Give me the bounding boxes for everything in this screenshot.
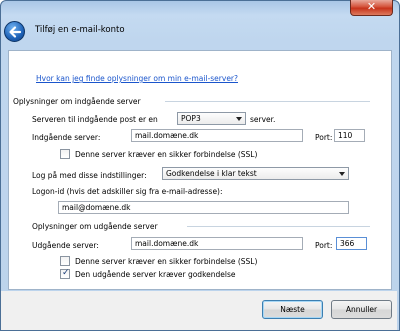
incoming-server-input[interactable]: mail.domæne.dk: [131, 129, 303, 142]
help-link[interactable]: Hvor kan jeg finde oplysninger om min e-…: [36, 74, 238, 83]
outgoing-section-title: Oplysninger om udgående server: [32, 222, 158, 231]
incoming-section-divider: [165, 101, 370, 102]
outgoing-ssl-checkbox[interactable]: [60, 256, 70, 266]
incoming-section-title: Oplysninger om indgående server: [13, 97, 141, 106]
logon-method-value: Godkendelse i klar tekst: [166, 169, 257, 178]
incoming-type-select[interactable]: POP3: [177, 112, 246, 125]
incoming-ssl-label: Denne server kræver en sikker forbindels…: [75, 150, 258, 159]
outgoing-ssl-label: Denne server kræver en sikker forbindels…: [75, 257, 258, 266]
incoming-server-label: Indgående server:: [32, 133, 101, 142]
outgoing-server-label: Udgående server:: [32, 241, 99, 250]
incoming-type-prefix: Serveren til indgående post er en: [32, 115, 158, 124]
outgoing-server-input[interactable]: mail.domæne.dk: [131, 237, 303, 250]
close-button[interactable]: ✕: [350, 0, 393, 16]
outgoing-section-divider: [187, 226, 370, 227]
incoming-port-label: Port:: [315, 133, 333, 142]
logon-method-select[interactable]: Godkendelse i klar tekst: [162, 167, 349, 180]
outgoing-port-input[interactable]: 366: [336, 237, 367, 250]
cancel-button[interactable]: Annuller: [331, 300, 392, 319]
incoming-type-value: POP3: [181, 114, 201, 123]
logon-id-input[interactable]: mail@domæne.dk: [58, 201, 349, 214]
outgoing-port-label: Port:: [315, 241, 333, 250]
incoming-type-suffix: server.: [250, 115, 276, 124]
incoming-port-input[interactable]: 110: [334, 129, 365, 142]
chevron-down-icon: [236, 117, 242, 121]
outgoing-auth-label: Den udgående server kræver godkendelse: [75, 270, 236, 279]
back-button[interactable]: [4, 21, 25, 42]
logon-id-label: Logon-id (hvis det adskiller sig fra e-m…: [32, 187, 223, 196]
incoming-ssl-checkbox[interactable]: [60, 149, 70, 159]
back-arrow-icon: [9, 26, 22, 38]
logon-method-label: Log på med disse indstillinger:: [32, 171, 147, 180]
next-button[interactable]: Næste: [262, 300, 323, 319]
checkmark-icon: ✓: [62, 268, 70, 278]
chevron-down-icon: [339, 172, 345, 176]
outgoing-auth-checkbox[interactable]: ✓: [60, 268, 70, 279]
dialog-title: Tilføj en e-mail-konto: [35, 25, 125, 35]
